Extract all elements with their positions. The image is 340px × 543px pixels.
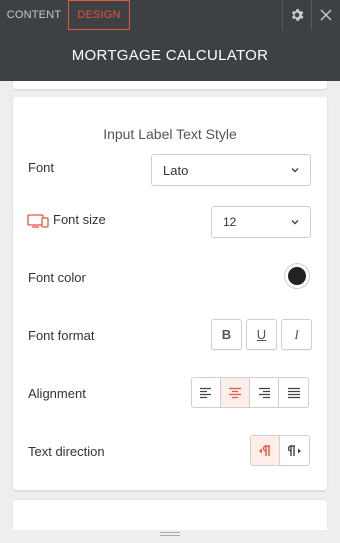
next-panel [13, 500, 327, 530]
align-center-icon [229, 387, 241, 398]
font-select-value: Lato [163, 162, 189, 178]
top-bar: CONTENT DESIGN [0, 0, 340, 30]
chevron-down-icon [291, 168, 299, 173]
align-right-button[interactable] [250, 378, 279, 407]
text-direction-group [250, 435, 310, 466]
close-icon [320, 9, 332, 21]
font-color-picker[interactable] [284, 263, 310, 289]
alignment-group [191, 377, 309, 408]
font-size-value: 12 [223, 215, 237, 229]
resize-handle[interactable] [160, 532, 180, 537]
close-button[interactable] [311, 0, 340, 30]
gear-icon [291, 9, 304, 21]
underline-button[interactable]: U [246, 319, 277, 350]
section-title: Input Label Text Style [103, 126, 237, 142]
chevron-down-icon [291, 220, 299, 225]
settings-button[interactable] [282, 0, 311, 30]
bold-button[interactable]: B [211, 319, 242, 350]
alignment-label: Alignment [28, 386, 86, 401]
rtl-icon [287, 444, 301, 456]
align-left-icon [200, 387, 211, 398]
font-color-dot [288, 267, 306, 285]
align-left-button[interactable] [192, 378, 221, 407]
ltr-button[interactable] [251, 436, 280, 465]
desktop-mobile-icon[interactable] [27, 214, 49, 228]
tab-design[interactable]: DESIGN [68, 0, 130, 30]
italic-button[interactable]: I [281, 319, 312, 350]
align-right-icon [259, 387, 270, 398]
ltr-icon [259, 444, 270, 456]
font-select[interactable]: Lato [151, 154, 311, 186]
align-center-button[interactable] [221, 378, 250, 407]
previous-panel [13, 81, 327, 89]
text-direction-label: Text direction [28, 444, 105, 459]
align-justify-button[interactable] [279, 378, 308, 407]
align-justify-icon [287, 387, 300, 398]
font-format-label: Font format [28, 328, 95, 343]
text-style-panel: Input Label Text Style Font Lato Font si… [13, 97, 327, 490]
font-size-label: Font size [53, 212, 106, 227]
page-title: MORTGAGE CALCULATOR [0, 30, 340, 81]
rtl-button[interactable] [280, 436, 309, 465]
font-size-select[interactable]: 12 [211, 206, 311, 238]
tab-content[interactable]: CONTENT [0, 0, 68, 30]
font-label: Font [28, 160, 55, 175]
font-color-label: Font color [28, 270, 86, 285]
